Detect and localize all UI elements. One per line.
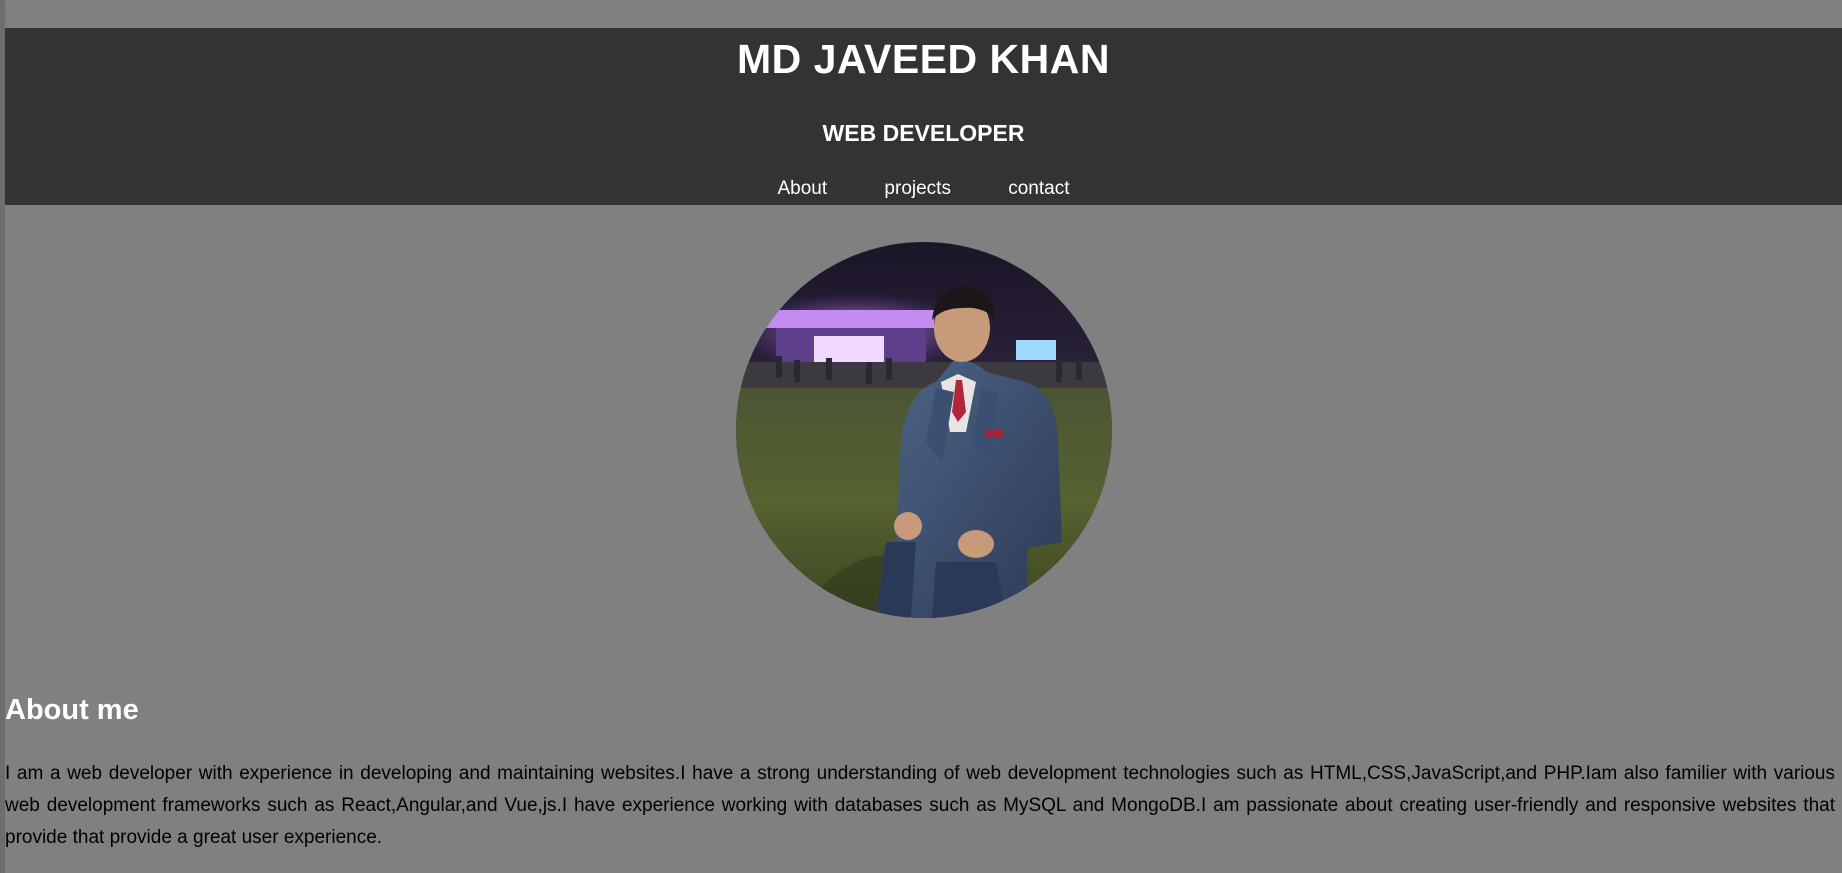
about-paragraph: I am a web developer with experience in … — [5, 763, 1835, 848]
page-frame: MD JAVEED KHAN WEB DEVELOPER About proje… — [0, 0, 1842, 873]
main-nav: About projects contact — [5, 178, 1842, 200]
site-title: MD JAVEED KHAN — [737, 36, 1110, 82]
about-heading: About me — [5, 694, 139, 726]
nav-link-projects[interactable]: projects — [884, 178, 951, 199]
nav-link-about[interactable]: About — [777, 178, 827, 199]
profile-photo — [736, 242, 1112, 618]
site-subtitle: WEB DEVELOPER — [822, 120, 1025, 146]
top-strip — [5, 0, 1842, 28]
site-header: MD JAVEED KHAN WEB DEVELOPER About proje… — [5, 28, 1842, 205]
nav-link-contact[interactable]: contact — [1008, 178, 1069, 199]
